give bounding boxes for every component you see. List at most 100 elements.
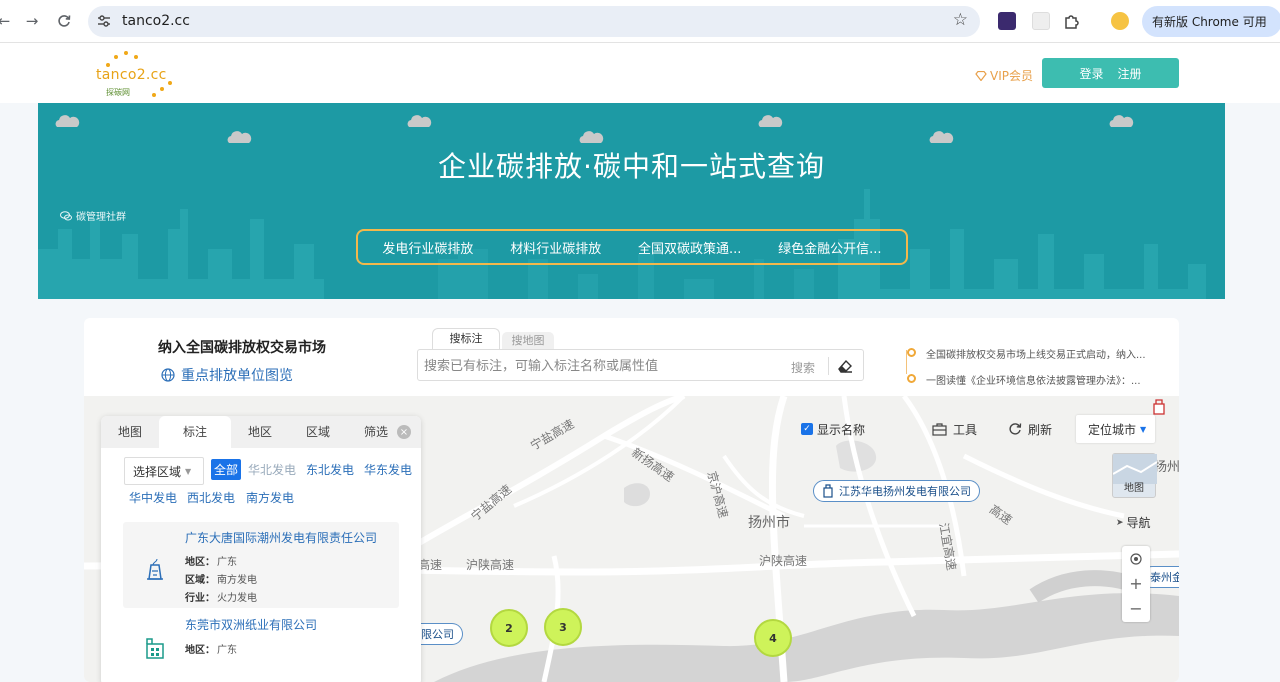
map-road-label: 沪陕高速 — [466, 558, 515, 572]
chevron-down-icon: ▼ — [185, 466, 192, 476]
company-list-item[interactable]: 东莞市双洲纸业有限公司 地区： 广东 — [123, 614, 399, 682]
locate-me-icon[interactable] — [1122, 546, 1150, 571]
close-icon[interactable]: × — [397, 425, 411, 439]
power-plant-icon — [147, 558, 163, 580]
extension-icon[interactable] — [1032, 12, 1050, 30]
region-chip-south[interactable]: 南方发电 — [246, 489, 294, 506]
forward-icon[interactable]: → — [22, 11, 42, 31]
banner-tab-power[interactable]: 发电行业碳排放 — [382, 238, 473, 257]
bullet-icon — [907, 374, 916, 383]
chat-bubbles-icon — [60, 210, 72, 220]
cloud-icon — [55, 115, 80, 127]
banner-tab-green-finance[interactable]: 绿色金融公开信... — [778, 238, 881, 257]
address-bar[interactable]: tanco2.cc ☆ — [88, 6, 980, 37]
zoom-in-button[interactable]: + — [1122, 571, 1150, 596]
card-subtitle[interactable]: 重点排放单位图览 — [181, 365, 293, 385]
cloud-icon — [1109, 115, 1134, 127]
company-name[interactable]: 东莞市双洲纸业有限公司 — [185, 616, 317, 633]
login-label[interactable]: 登录 — [1079, 65, 1103, 82]
site-settings-icon[interactable] — [96, 13, 112, 29]
company-area-row: 区域： 南方发电 — [185, 571, 257, 586]
field-label: 区域： — [185, 575, 215, 586]
power-plant-marker-icon[interactable] — [1150, 398, 1168, 416]
site-logo[interactable]: tanco2.cc 探碳网 — [92, 49, 182, 101]
field-label: 地区： — [185, 645, 215, 656]
region-select-label[interactable]: 选择区域 — [133, 463, 181, 480]
refresh-button[interactable]: 刷新 — [1008, 415, 1052, 443]
community-label: 碳管理社群 — [76, 212, 126, 223]
bullet-icon — [907, 348, 916, 357]
power-plant-icon — [823, 484, 833, 498]
locate-city-dropdown[interactable]: 定位城市 ▼ — [1076, 415, 1155, 443]
navigate-arrow-icon: ➤ — [1116, 517, 1124, 528]
navigation-button[interactable]: ➤ 导航 — [1116, 514, 1151, 531]
locate-city-label[interactable]: 定位城市 — [1088, 421, 1136, 438]
marker-cluster[interactable]: 2 — [490, 609, 528, 647]
extension-icon[interactable] — [998, 12, 1016, 30]
news-text[interactable]: 一图读懂《企业环境信息依法披露管理办法》：... — [926, 372, 1141, 387]
logo-subtitle: 探碳网 — [106, 88, 130, 97]
vip-link[interactable]: VIP会员 — [975, 67, 1033, 84]
panel-tab-region[interactable]: 地区 — [231, 416, 289, 448]
back-icon[interactable]: ← — [0, 11, 14, 31]
field-value: 广东 — [217, 645, 237, 656]
banner-tab-materials[interactable]: 材料行业碳排放 — [510, 238, 601, 257]
region-chip-central[interactable]: 华中发电 — [129, 489, 177, 506]
chrome-update-button[interactable]: 有新版 Chrome 可用 — [1142, 6, 1280, 37]
tools-label[interactable]: 工具 — [953, 421, 977, 438]
diamond-icon — [975, 70, 987, 81]
region-chip-all[interactable]: 全部 — [211, 459, 242, 480]
show-names-toggle[interactable]: ✓ 显示名称 — [801, 415, 865, 443]
tab-search-map[interactable]: 搜地图 — [502, 332, 554, 350]
news-text[interactable]: 全国碳排放权交易市场上线交易正式启动，纳入... — [926, 346, 1146, 361]
refresh-label[interactable]: 刷新 — [1028, 421, 1052, 438]
search-input[interactable] — [424, 356, 784, 376]
map-marker-jiangsu[interactable]: 江苏华电扬州发电有限公司 — [813, 480, 980, 502]
field-label: 地区： — [185, 557, 215, 568]
panel-tab-area[interactable]: 区域 — [289, 416, 347, 448]
extensions-puzzle-icon[interactable] — [1063, 12, 1081, 30]
cloud-icon — [227, 131, 252, 143]
zoom-out-button[interactable]: − — [1122, 596, 1150, 621]
search-box: 搜索 — [417, 349, 864, 381]
url-text[interactable]: tanco2.cc — [122, 13, 190, 29]
card-subtitle-link[interactable]: 重点排放单位图览 — [161, 365, 293, 385]
checkbox-checked-icon[interactable]: ✓ — [801, 423, 813, 435]
marker-cluster[interactable]: 3 — [544, 608, 582, 646]
region-chip-east[interactable]: 华东发电 — [364, 461, 412, 478]
region-chip-northeast[interactable]: 东北发电 — [306, 461, 354, 478]
map-layer-switch[interactable]: 地图 — [1112, 453, 1158, 498]
eraser-icon[interactable] — [836, 357, 854, 375]
panel-tab-map[interactable]: 地图 — [101, 416, 159, 448]
divider — [828, 357, 829, 375]
login-register-button[interactable]: 登录 注册 — [1042, 58, 1179, 88]
region-chip-north[interactable]: 华北发电 — [248, 461, 296, 478]
community-link[interactable]: 碳管理社群 — [60, 208, 126, 223]
navigation-label[interactable]: 导航 — [1127, 514, 1151, 531]
tab-search-markers[interactable]: 搜标注 — [432, 328, 500, 350]
news-item[interactable]: 一图读懂《企业环境信息依法披露管理办法》：... — [906, 366, 1176, 392]
bookmark-star-icon[interactable]: ☆ — [953, 10, 968, 30]
search-button[interactable]: 搜索 — [791, 359, 815, 376]
marker-label[interactable]: 泰州金 — [1150, 569, 1179, 585]
marker-cluster[interactable]: 4 — [754, 619, 792, 657]
cloud-icon — [758, 115, 783, 127]
map-canvas[interactable]: 宁盐高速 新扬高速 宁盐高速 京沪高速 扬州市 高速 沪陕高速 沪陕高速 江宜高… — [84, 396, 1179, 682]
cloud-icon — [579, 131, 604, 143]
register-label[interactable]: 注册 — [1118, 65, 1142, 82]
profile-avatar-icon[interactable] — [1111, 12, 1129, 30]
cloud-icon — [929, 131, 954, 143]
reload-icon[interactable] — [54, 11, 74, 31]
marker-label[interactable]: 江苏华电扬州发电有限公司 — [839, 483, 971, 499]
field-value: 火力发电 — [217, 593, 257, 604]
banner-tab-policy[interactable]: 全国双碳政策通... — [638, 238, 741, 257]
news-item[interactable]: 全国碳排放权交易市场上线交易正式启动，纳入... — [906, 340, 1176, 366]
panel-tab-markers[interactable]: 标注 — [159, 416, 231, 448]
company-list-item[interactable]: 广东大唐国际潮州发电有限责任公司 地区： 广东 区域： 南方发电 行业： 火力发电 — [123, 522, 399, 608]
tools-button[interactable]: 工具 — [932, 415, 977, 443]
region-chip-northwest[interactable]: 西北发电 — [187, 489, 235, 506]
vip-label: VIP会员 — [990, 69, 1033, 83]
region-select[interactable]: 选择区域 ▼ — [124, 457, 204, 485]
company-name[interactable]: 广东大唐国际潮州发电有限责任公司 — [185, 529, 377, 546]
show-names-label[interactable]: 显示名称 — [817, 421, 865, 438]
